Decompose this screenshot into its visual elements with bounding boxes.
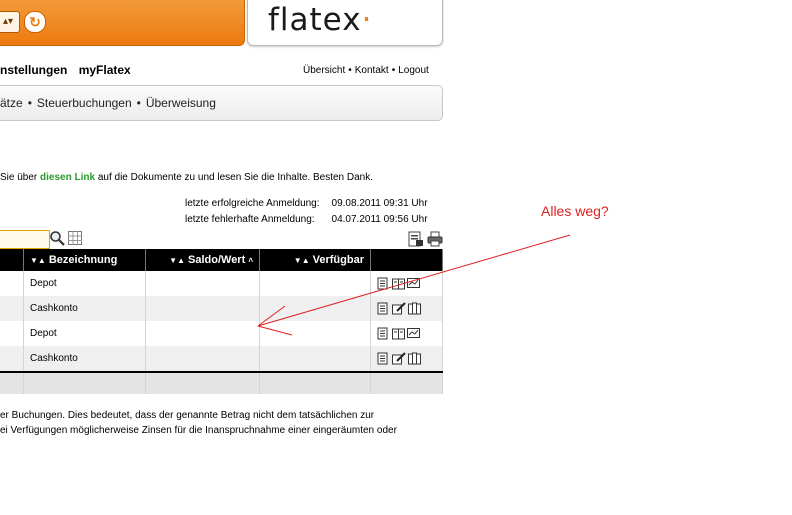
column-header-actions [370,249,443,271]
login-info: letzte erfolgreiche Anmeldung: 09.08.201… [183,194,430,228]
top-links: Übersicht • Kontakt • Logout [303,65,429,76]
cell-verfuegbar [259,321,371,346]
cell-blank [0,346,24,372]
notice-text: Sie über diesen Link auf die Dokumente z… [0,172,373,183]
notice-after: auf die Dokumente zu und lesen Sie die I… [95,172,374,183]
submenu-item-ueberweisung[interactable]: Überweisung [146,96,216,110]
table-row[interactable]: Cashkonto [0,296,443,321]
cell-blank [23,371,146,394]
column-header-blank [0,249,24,271]
login-value: 09.08.2011 09:31 Uhr [331,197,428,209]
sub-menu: ätze • Steuerbuchungen • Überweisung [0,96,216,110]
files-icon[interactable] [408,352,422,365]
search-icon[interactable] [49,230,65,246]
flatex-logo[interactable]: flatex· [268,2,372,38]
table-row[interactable]: Depot [0,321,443,346]
table-sum-row [0,371,443,394]
chart-icon[interactable] [407,277,420,290]
export-icon[interactable] [408,231,424,247]
link-logout[interactable]: Logout [398,65,429,76]
column-header-saldo[interactable]: ▼▲ Saldo/Wert ˄ [145,249,260,271]
footnote-line: er Buchungen. Dies bedeutet, dass der ge… [0,410,375,421]
refresh-button[interactable]: ↻ [24,11,46,33]
documents-link[interactable]: diesen Link [40,172,95,183]
account-select[interactable]: ▴▾ [0,11,20,33]
login-row-success: letzte erfolgreiche Anmeldung: 09.08.201… [185,196,428,210]
book-icon[interactable] [392,277,405,290]
edit-icon[interactable] [392,352,406,365]
login-label: letzte fehlerhafte Anmeldung: [185,213,315,225]
submenu-item-steuerbuchungen[interactable]: Steuerbuchungen [37,96,132,110]
separator: • [27,96,32,110]
sort-arrows-icon[interactable]: ▼▲ [169,256,185,265]
cell-actions [370,346,443,372]
cell-blank [0,321,24,346]
cell-bezeichnung[interactable]: Cashkonto [23,296,146,321]
cell-verfuegbar [259,271,371,296]
cell-saldo [145,271,260,296]
cell-saldo [145,321,260,346]
login-label: letzte erfolgreiche Anmeldung: [185,197,320,209]
menu-item-myflatex[interactable]: myFlatex [79,63,131,77]
column-label: Bezeichnung [48,254,118,266]
cell-verfuegbar [259,296,371,321]
cell-blank [259,371,371,394]
table-row[interactable]: Depot [0,271,443,296]
logo-dot: · [361,2,373,38]
edit-icon[interactable] [392,302,406,315]
column-header-bezeichnung[interactable]: ▼▲ Bezeichnung [23,249,146,271]
submenu-item-umsaetze[interactable]: ätze [0,96,23,110]
document-icon[interactable] [377,302,390,315]
link-kontakt[interactable]: Kontakt [355,65,389,76]
book-icon[interactable] [392,327,405,340]
cell-actions [370,296,443,321]
column-header-verfuegbar[interactable]: ▼▲ Verfügbar [259,249,371,271]
sort-indicator-icon: ˄ [248,256,253,265]
cell-actions [370,321,443,346]
cell-blank [0,296,24,321]
annotation-text: Alles weg? [541,203,609,219]
login-value: 04.07.2011 09:56 Uhr [331,213,428,225]
cell-saldo [145,346,260,372]
print-icon[interactable] [427,231,443,247]
cell-blank [145,371,260,394]
files-icon[interactable] [408,302,422,315]
grid-icon[interactable] [68,231,82,245]
document-icon[interactable] [377,277,390,290]
cell-bezeichnung[interactable]: Depot [23,271,146,296]
cell-verfuegbar [259,346,371,372]
cell-blank [370,371,443,394]
cell-actions [370,271,443,296]
footnote: er Buchungen. Dies bedeutet, dass der ge… [0,408,397,438]
cell-bezeichnung[interactable]: Depot [23,321,146,346]
accounts-table: ▼▲ Bezeichnung ▼▲ Saldo/Wert ˄ ▼▲ Verfügbar… [0,249,443,394]
cell-blank [0,371,24,394]
main-menu: nstellungen myFlatex [0,63,139,77]
column-label: Verfügbar [312,254,364,266]
document-icon[interactable] [377,352,390,365]
sort-arrows-icon[interactable]: ▼▲ [294,256,310,265]
table-row[interactable]: Cashkonto [0,346,443,372]
search-input[interactable] [0,230,50,249]
notice-before: Sie über [0,172,41,183]
footnote-line: ei Verfügungen möglicherweise Zinsen für… [0,425,397,436]
table-header-row: ▼▲ Bezeichnung ▼▲ Saldo/Wert ˄ ▼▲ Verfügbar [0,249,443,271]
chart-icon[interactable] [407,327,420,340]
separator: • [136,96,141,110]
logo-text: flatex [268,2,362,38]
cell-bezeichnung[interactable]: Cashkonto [23,346,146,372]
separator: • [391,65,396,76]
login-row-failed: letzte fehlerhafte Anmeldung: 04.07.2011… [185,212,428,226]
document-icon[interactable] [377,327,390,340]
cell-saldo [145,296,260,321]
separator: • [348,65,352,76]
link-uebersicht[interactable]: Übersicht [303,65,345,76]
menu-item-einstellungen[interactable]: nstellungen [0,63,67,77]
cell-blank [0,271,24,296]
sort-arrows-icon[interactable]: ▼▲ [30,256,46,265]
column-label: Saldo/Wert [188,254,246,266]
